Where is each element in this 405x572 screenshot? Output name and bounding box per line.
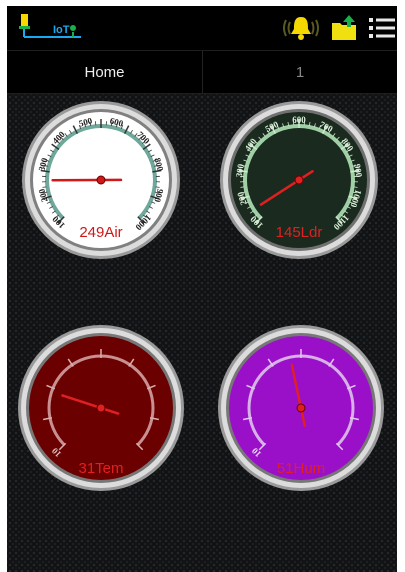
gauge-needle-hub [296,403,306,413]
list-menu-icon[interactable] [368,15,396,41]
tab-bar: Home 1 [7,50,397,94]
logo-text: IoT [53,24,70,36]
iot-logo-icon[interactable]: IoT [15,12,87,44]
gauge-minor-tick [240,186,245,188]
humidity-gauge-readout: 51Hum [277,460,325,477]
air-gauge: 100200300400500 6007008009001000 249Air [22,101,180,259]
tab-1[interactable]: 1 [202,51,397,94]
gauge-tick-label: 600 [292,115,306,125]
temperature-gauge: 10 31Tem [18,325,184,491]
tab-home[interactable]: Home [7,51,202,94]
app-screen: IoT Home 1 100 200 300 400 500 600 700 8… [7,6,397,572]
temperature-gauge-readout: 31Tem [78,460,123,477]
gauge-minor-tick [42,186,47,188]
humidity-gauge: 10 51Hum [218,325,384,491]
bell-ringing-icon[interactable] [281,14,321,42]
gauge-needle-hub [294,175,304,185]
gauge-needle-hub [96,175,106,185]
ldr-gauge-readout: 145Ldr [276,224,323,241]
gauge-dashboard: 100 200 300 400 500 600 700 800 900 1000 249Air 1… [7,94,397,572]
air-gauge-readout: 249Air [79,224,122,241]
top-toolbar: IoT [7,6,397,50]
gauge-needle-hub [96,403,106,413]
ldr-gauge: 100200300400500 600 70080090010001100 145L… [220,101,378,259]
folder-upload-icon[interactable] [330,14,358,42]
gauge-minor-tick [353,186,358,188]
